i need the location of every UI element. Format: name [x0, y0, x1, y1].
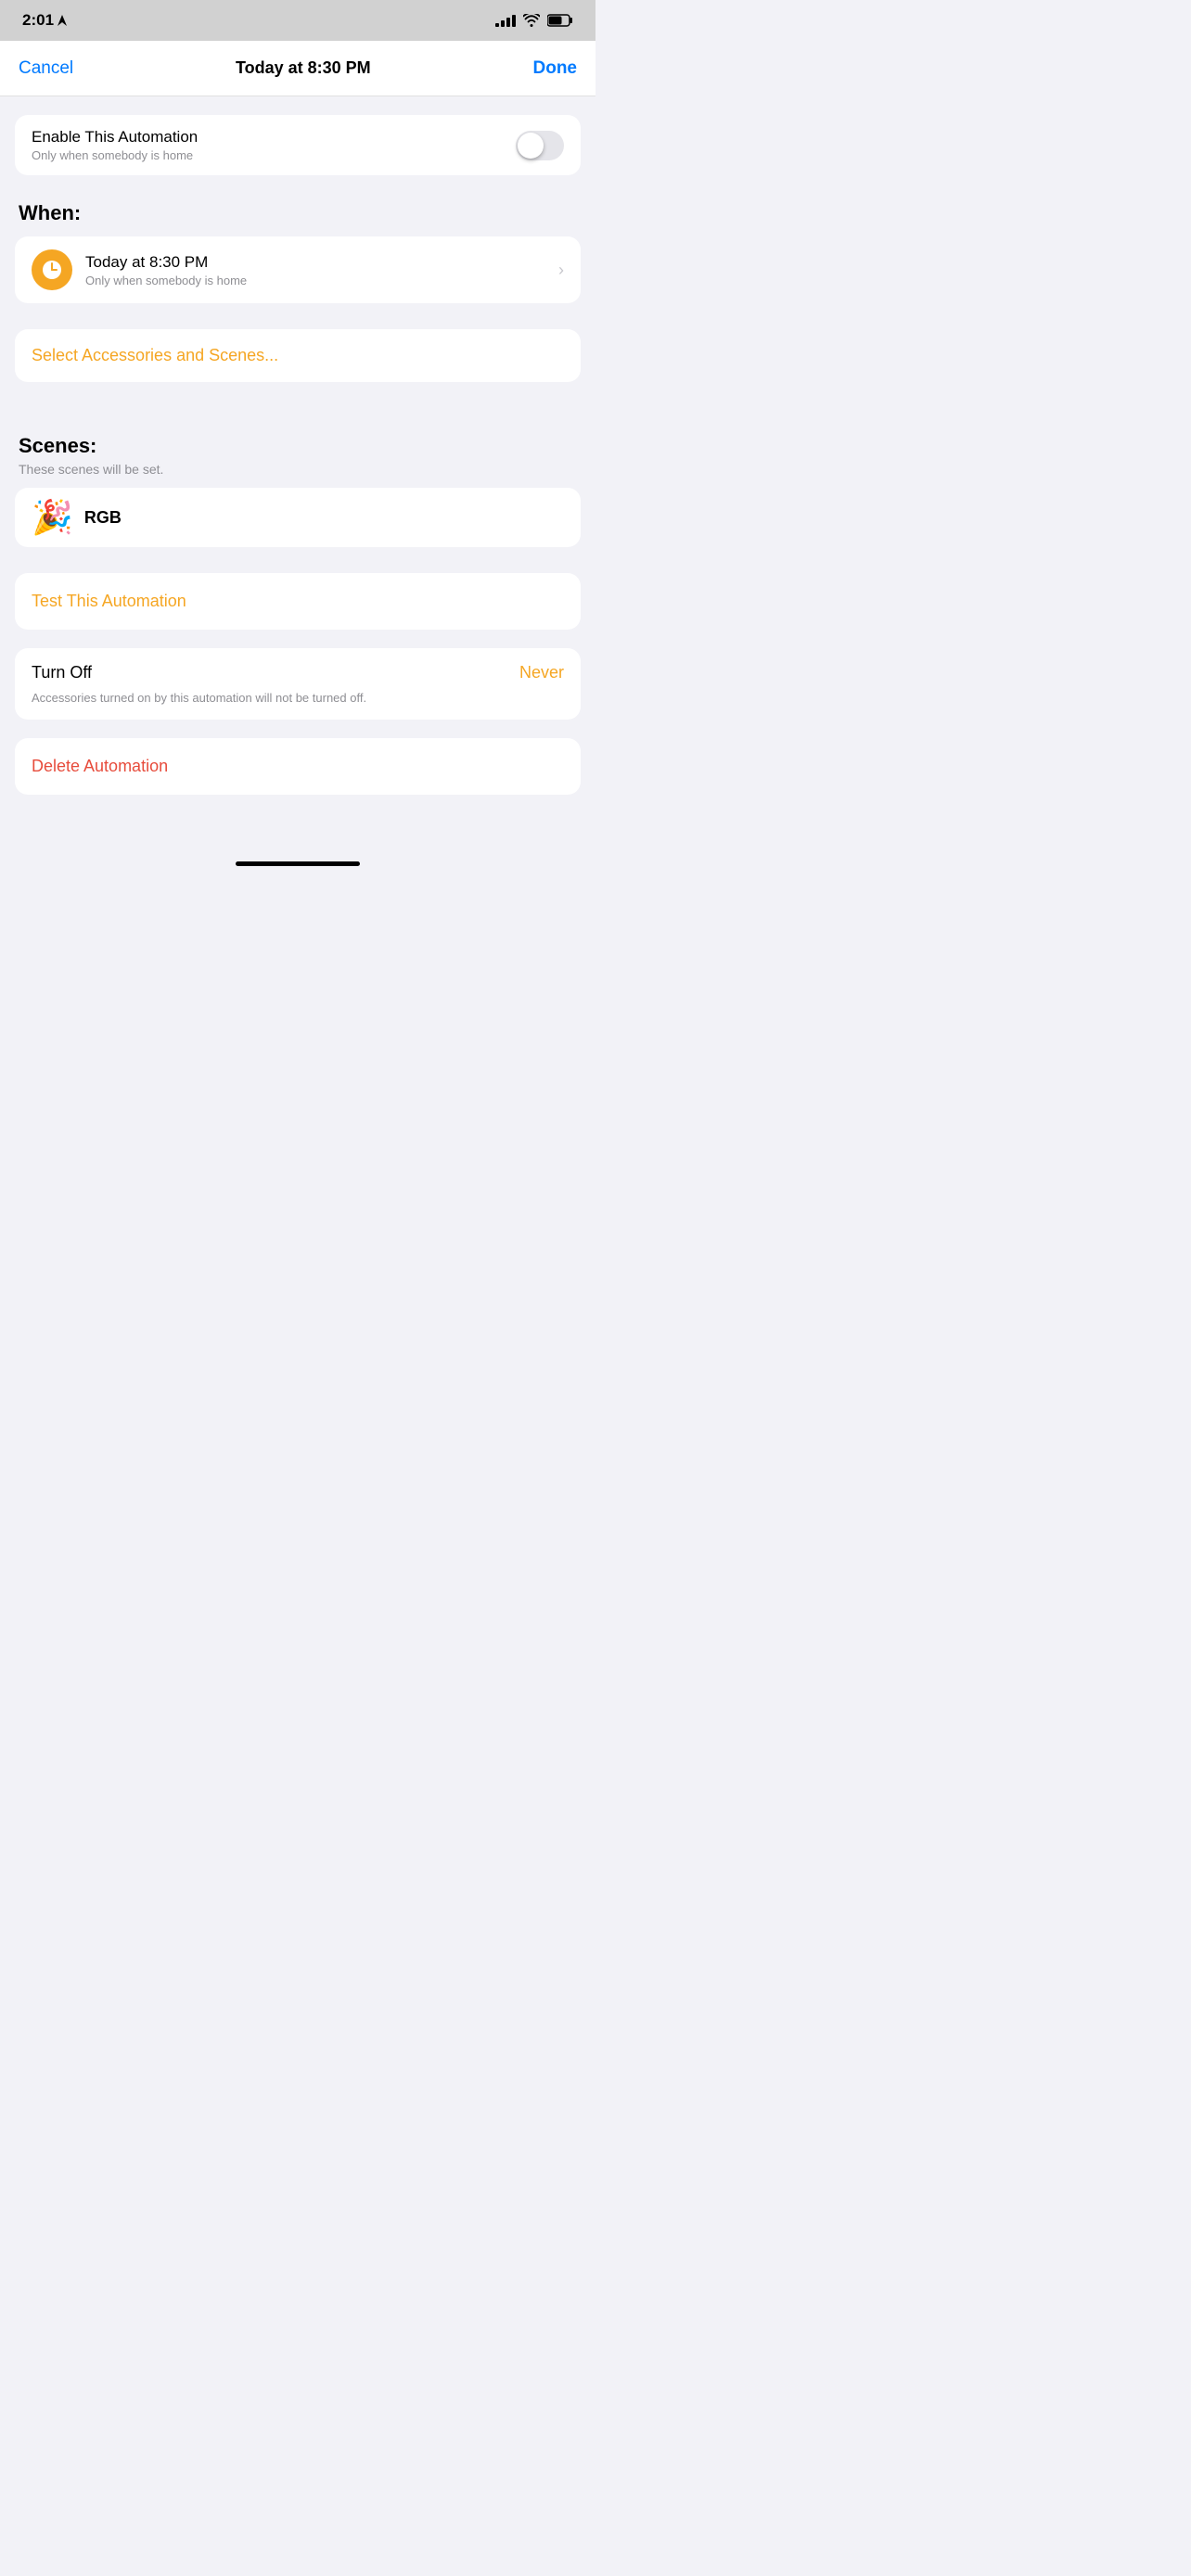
chevron-icon: › — [558, 261, 564, 280]
home-indicator — [0, 850, 596, 874]
turnoff-value: Never — [519, 663, 564, 682]
when-section: When: Today at 8:30 PM Only when somebod… — [15, 201, 581, 303]
turnoff-description: Accessories turned on by this automation… — [32, 690, 564, 707]
turn-off-row: Turn Off Never — [32, 663, 564, 682]
status-bar: 2:01 — [0, 0, 596, 41]
party-icon: 🎉 — [32, 501, 73, 534]
nav-bar: Cancel Today at 8:30 PM Done — [0, 41, 596, 96]
when-condition: Only when somebody is home — [85, 274, 545, 287]
toggle-thumb — [518, 133, 544, 159]
wifi-icon — [523, 14, 540, 27]
main-content: Enable This Automation Only when somebod… — [0, 96, 596, 850]
cancel-button[interactable]: Cancel — [19, 58, 73, 79]
signal-icon — [495, 14, 516, 27]
scenes-header: Scenes: — [19, 434, 577, 458]
home-bar — [236, 861, 360, 866]
turn-off-card[interactable]: Turn Off Never Accessories turned on by … — [15, 648, 581, 720]
when-text-group: Today at 8:30 PM Only when somebody is h… — [85, 253, 545, 287]
done-button[interactable]: Done — [533, 58, 578, 79]
test-label: Test This Automation — [32, 592, 186, 610]
scenes-section: Scenes: These scenes will be set. 🎉 RGB — [15, 408, 581, 547]
turnoff-label: Turn Off — [32, 663, 92, 682]
scenes-subtitle: These scenes will be set. — [19, 462, 577, 477]
select-label: Select Accessories and Scenes... — [32, 346, 278, 364]
status-time: 2:01 — [22, 11, 67, 30]
test-automation-card[interactable]: Test This Automation — [15, 573, 581, 630]
delete-automation-card[interactable]: Delete Automation — [15, 738, 581, 795]
battery-icon — [547, 14, 573, 27]
rgb-scene-card[interactable]: 🎉 RGB — [15, 488, 581, 547]
clock-svg — [40, 258, 64, 282]
enable-automation-card: Enable This Automation Only when somebod… — [15, 115, 581, 175]
clock-icon — [32, 249, 72, 290]
time-display: 2:01 — [22, 11, 54, 30]
when-card[interactable]: Today at 8:30 PM Only when somebody is h… — [15, 236, 581, 303]
nav-title: Today at 8:30 PM — [236, 58, 371, 78]
enable-text-group: Enable This Automation Only when somebod… — [32, 128, 198, 162]
location-icon — [58, 15, 67, 26]
status-icons — [495, 14, 573, 27]
enable-subtitle: Only when somebody is home — [32, 148, 198, 162]
select-accessories-card[interactable]: Select Accessories and Scenes... — [15, 329, 581, 382]
enable-toggle[interactable] — [516, 131, 564, 160]
rgb-label: RGB — [84, 508, 122, 528]
when-header: When: — [19, 201, 577, 225]
delete-label: Delete Automation — [32, 757, 168, 775]
enable-title: Enable This Automation — [32, 128, 198, 147]
when-time: Today at 8:30 PM — [85, 253, 545, 272]
